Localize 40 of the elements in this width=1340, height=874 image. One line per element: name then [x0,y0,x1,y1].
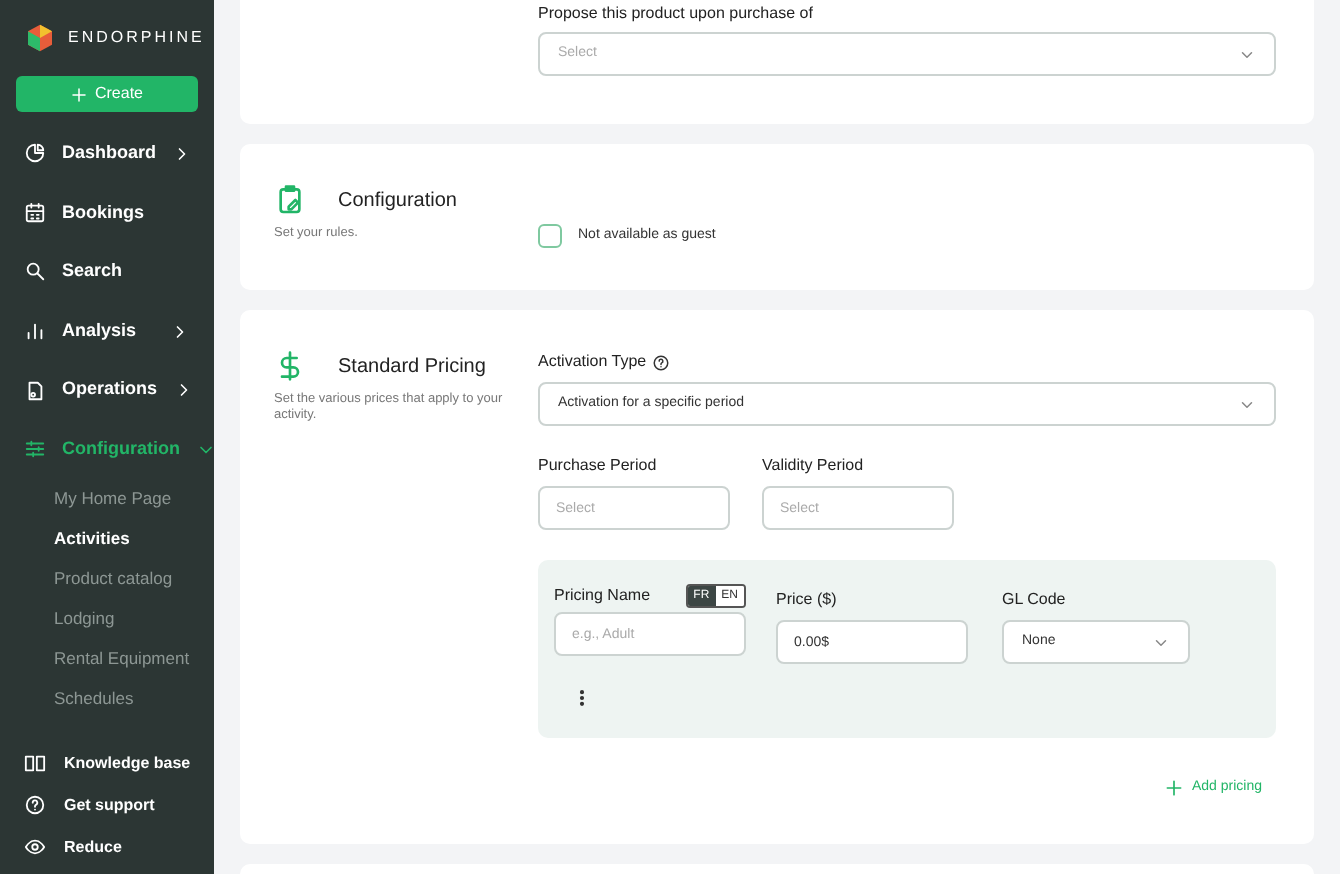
nav-item[interactable]: Operations [0,360,214,420]
field-label: Pricing Name [554,584,651,608]
help-icon [652,353,671,371]
nav-subitem[interactable]: Lodging [0,599,214,640]
search-icon [24,260,46,283]
field-label: GL Code [1002,588,1068,612]
nav-subitem[interactable]: Rental Equipment [0,639,214,680]
field-label: Propose this product upon purchase of [538,2,815,26]
footer-item[interactable]: Get support [0,784,214,826]
nav-item[interactable]: Dashboard [0,124,214,184]
pie-chart-icon [24,142,46,165]
document-icon [24,379,46,402]
field-label: Activation Type [538,350,647,374]
book-icon [24,752,46,774]
plus-icon [1163,778,1184,799]
checkbox[interactable] [538,224,562,248]
section-title: Standard Pricing [338,353,486,381]
sliders-icon [24,438,46,461]
field-label: Purchase Period [538,454,659,478]
bar-chart-icon [24,320,46,343]
nav-item[interactable]: Analysis [0,301,214,361]
section-title: Configuration [338,187,457,215]
nav-item[interactable]: Search [0,242,214,302]
brand-name: ENDORPHINE [68,26,205,50]
nav-subitem[interactable]: Schedules [0,679,214,720]
nav-subitem[interactable]: Activities [0,519,214,560]
nav-subitem[interactable]: Product catalog [0,559,214,600]
field-label: Price ($) [776,588,839,612]
nav-subitem[interactable]: My Home Page [0,479,214,520]
eye-icon [24,836,46,858]
plus-icon [70,85,89,103]
field-label: Validity Period [762,454,866,478]
calendar-icon [24,201,46,224]
help-icon [24,794,46,816]
nav-item[interactable]: Configuration [0,419,214,480]
footer-item[interactable]: Knowledge base [0,742,214,784]
logo-icon [24,22,56,54]
clipboard-pen-icon [274,184,306,216]
footer-item[interactable]: Reduce [0,826,214,868]
nav-item[interactable]: Bookings [0,183,214,243]
